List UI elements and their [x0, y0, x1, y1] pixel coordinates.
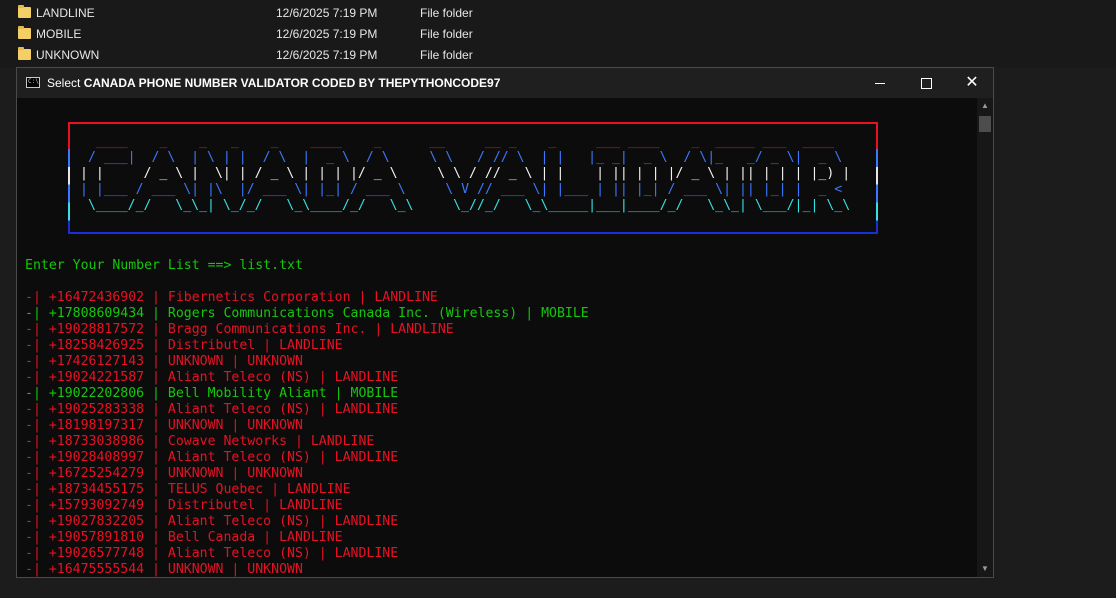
banner-top-border [68, 122, 878, 124]
banner-line: | | / _ \ | \| | / _ \ | | | |/ _ \ \ \ … [80, 166, 851, 181]
result-line: -| +19026577748 | Aliant Teleco (NS) | L… [25, 546, 399, 561]
folder-icon [18, 26, 31, 39]
console-window: C:\ Select CANADA PHONE NUMBER VALIDATOR… [16, 67, 994, 578]
result-line: -| +19027832205 | Aliant Teleco (NS) | L… [25, 514, 399, 529]
window-title: Select CANADA PHONE NUMBER VALIDATOR COD… [47, 76, 500, 90]
result-line: -| +18198197317 | UNKNOWN | UNKNOWN [25, 418, 303, 433]
title-prefix: Select [47, 76, 84, 90]
input-prompt: Enter Your Number List ==> list.txt [25, 258, 303, 273]
banner-left-border [68, 122, 70, 234]
result-line: -| +17808609434 | Rogers Communications … [25, 306, 589, 321]
result-line: -| +19057891810 | Bell Canada | LANDLINE [25, 530, 343, 545]
scroll-down-arrow-icon[interactable]: ▼ [977, 563, 993, 575]
scroll-thumb[interactable] [979, 116, 991, 132]
banner-line: ____ _ _ _ _ ____ _ __ __ _ _ ___ ____ _… [80, 134, 851, 149]
folder-row-landline[interactable]: LANDLINE 12/6/2025 7:19 PM File folder [18, 3, 618, 24]
folder-icon [18, 5, 31, 18]
file-explorer-list: LANDLINE 12/6/2025 7:19 PM File folder M… [0, 0, 1116, 68]
result-line: -| +19028817572 | Bragg Communications I… [25, 322, 454, 337]
results-list: -| +16472436902 | Fibernetics Corporatio… [25, 290, 589, 577]
banner-line: \____/_/ \_\_| \_/_/ \_\____/_/ \_\ \_//… [80, 198, 851, 213]
banner-right-border [876, 122, 878, 234]
ascii-banner: ____ _ _ _ _ ____ _ __ __ _ _ ___ ____ _… [68, 122, 878, 234]
folder-type: File folder [420, 6, 473, 20]
result-line: -| +18258426925 | Distributel | LANDLINE [25, 338, 343, 353]
maximize-button[interactable] [903, 68, 949, 98]
result-line: -| +16472436902 | Fibernetics Corporatio… [25, 290, 438, 305]
folder-name: UNKNOWN [36, 48, 100, 62]
console-app-icon: C:\ [26, 77, 40, 88]
result-line: -| +17426127143 | UNKNOWN | UNKNOWN [25, 354, 303, 369]
maximize-icon [920, 77, 932, 89]
result-line: -| +19024221587 | Aliant Teleco (NS) | L… [25, 370, 399, 385]
close-button[interactable]: ✕ [949, 68, 995, 98]
window-titlebar[interactable]: C:\ Select CANADA PHONE NUMBER VALIDATOR… [17, 68, 993, 98]
close-icon: ✕ [965, 74, 979, 91]
result-line: -| +19022202806 | Bell Mobility Aliant |… [25, 386, 399, 401]
result-line: -| +15793092749 | Distributel | LANDLINE [25, 498, 343, 513]
result-line: -| +18733038986 | Cowave Networks | LAND… [25, 434, 375, 449]
vertical-scrollbar[interactable]: ▲ ▼ [977, 98, 993, 577]
scroll-up-arrow-icon[interactable]: ▲ [977, 100, 993, 112]
banner-line: | |___ / ___ \| |\ |/ ___ \| |_| / ___ \… [80, 182, 851, 197]
folder-name: MOBILE [36, 27, 82, 41]
folder-icon [18, 47, 31, 60]
minimize-button[interactable] [857, 68, 903, 98]
banner-line: / ___| / \ | \ | | / \ | _ \ / \ \ \ / /… [80, 150, 851, 165]
terminal-output[interactable]: ____ _ _ _ _ ____ _ __ __ _ _ ___ ____ _… [25, 98, 975, 577]
title-bold: CANADA PHONE NUMBER VALIDATOR CODED BY T… [83, 76, 501, 90]
banner-bottom-border [68, 232, 878, 234]
folder-date: 12/6/2025 7:19 PM [276, 27, 378, 41]
folder-date: 12/6/2025 7:19 PM [276, 48, 378, 62]
folder-type: File folder [420, 48, 473, 62]
minimize-icon [875, 82, 885, 84]
folder-type: File folder [420, 27, 473, 41]
folder-row-unknown[interactable]: UNKNOWN 12/6/2025 7:19 PM File folder [18, 45, 618, 66]
result-line: -| +19025283338 | Aliant Teleco (NS) | L… [25, 402, 399, 417]
result-line: -| +16475555544 | UNKNOWN | UNKNOWN [25, 562, 303, 577]
folder-row-mobile[interactable]: MOBILE 12/6/2025 7:19 PM File folder [18, 24, 618, 45]
result-line: -| +18734455175 | TELUS Quebec | LANDLIN… [25, 482, 351, 497]
folder-date: 12/6/2025 7:19 PM [276, 6, 378, 20]
result-line: -| +16725254279 | UNKNOWN | UNKNOWN [25, 466, 303, 481]
result-line: -| +19028408997 | Aliant Teleco (NS) | L… [25, 450, 399, 465]
folder-name: LANDLINE [36, 6, 95, 20]
